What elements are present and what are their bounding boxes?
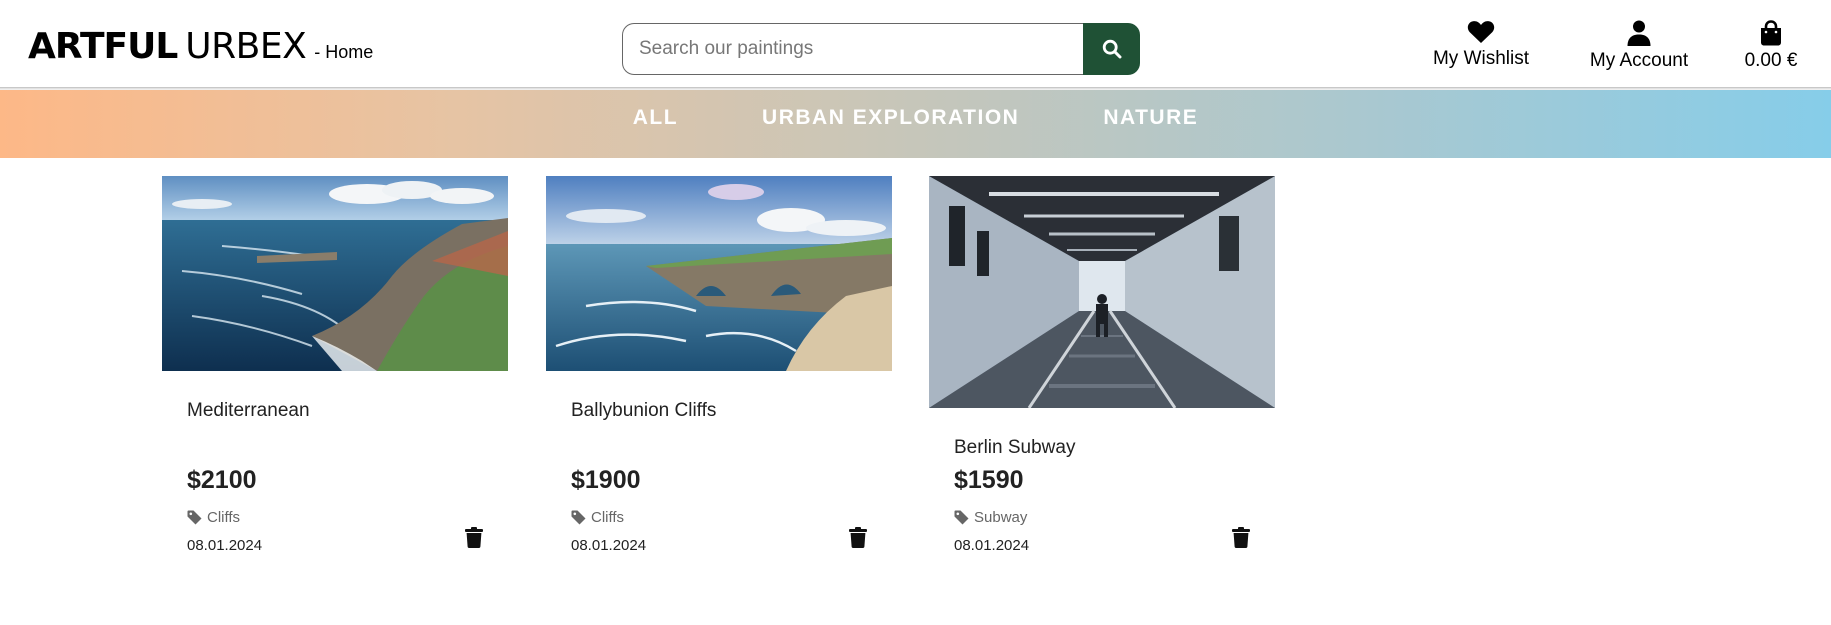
heart-icon: [1467, 21, 1495, 43]
trash-icon[interactable]: [849, 527, 867, 548]
category-nature[interactable]: NATURE: [1103, 106, 1198, 130]
product-price: $1900: [571, 466, 641, 494]
product-card[interactable]: Mediterranean $2100 Cliffs 08.01.2024: [162, 176, 508, 556]
user-icon: [1627, 20, 1651, 46]
category-urban-exploration[interactable]: URBAN EXPLORATION: [762, 106, 1019, 130]
site-header: ARTFUL URBEX - Home My Wishlist My Accou…: [0, 0, 1831, 89]
product-title[interactable]: Ballybunion Cliffs: [571, 400, 716, 422]
product-tag-label: Cliffs: [591, 509, 625, 526]
search-icon: [1102, 39, 1121, 59]
product-date: 08.01.2024: [187, 537, 263, 554]
product-title[interactable]: Berlin Subway: [954, 437, 1075, 459]
search-input[interactable]: [622, 23, 1083, 75]
trash-icon[interactable]: [465, 527, 483, 548]
product-image-ballybunion-cliffs[interactable]: [546, 176, 892, 371]
logo-bold-text: ARTFUL: [28, 26, 178, 67]
wishlist-label: My Wishlist: [1432, 48, 1530, 69]
cart-link[interactable]: 0.00 €: [1721, 20, 1821, 72]
search-button[interactable]: [1083, 23, 1140, 75]
product-title[interactable]: Mediterranean: [187, 400, 310, 422]
logo-light-text: URBEX: [185, 26, 307, 67]
logo-page-label: - Home: [314, 42, 374, 62]
tag-icon: [187, 510, 202, 525]
tag-icon: [954, 510, 969, 525]
product-tag-label: Subway: [974, 509, 1028, 526]
trash-icon[interactable]: [1232, 527, 1250, 548]
search-form: [622, 23, 1140, 75]
product-date: 08.01.2024: [954, 537, 1030, 554]
product-price: $2100: [187, 466, 257, 494]
product-card[interactable]: Ballybunion Cliffs $1900 Cliffs 08.01.20…: [546, 176, 892, 556]
account-link[interactable]: My Account: [1569, 20, 1709, 72]
product-image-mediterranean[interactable]: [162, 176, 508, 371]
product-tag[interactable]: Cliffs: [571, 509, 624, 526]
product-image-berlin-subway[interactable]: [929, 176, 1275, 408]
product-card[interactable]: Berlin Subway $1590 Subway 08.01.2024: [929, 176, 1275, 556]
product-tag[interactable]: Subway: [954, 509, 1027, 526]
wishlist-link[interactable]: My Wishlist: [1411, 20, 1551, 70]
product-tag[interactable]: Cliffs: [187, 509, 240, 526]
category-nav: ALL URBAN EXPLORATION NATURE: [0, 90, 1831, 158]
category-all[interactable]: ALL: [633, 106, 678, 130]
site-logo[interactable]: ARTFUL URBEX - Home: [28, 26, 373, 67]
shopping-bag-icon: [1761, 20, 1781, 46]
account-label: My Account: [1589, 50, 1689, 71]
cart-total: 0.00 €: [1744, 50, 1798, 71]
product-tag-label: Cliffs: [207, 509, 241, 526]
product-date: 08.01.2024: [571, 537, 647, 554]
product-price: $1590: [954, 466, 1024, 494]
tag-icon: [571, 510, 586, 525]
